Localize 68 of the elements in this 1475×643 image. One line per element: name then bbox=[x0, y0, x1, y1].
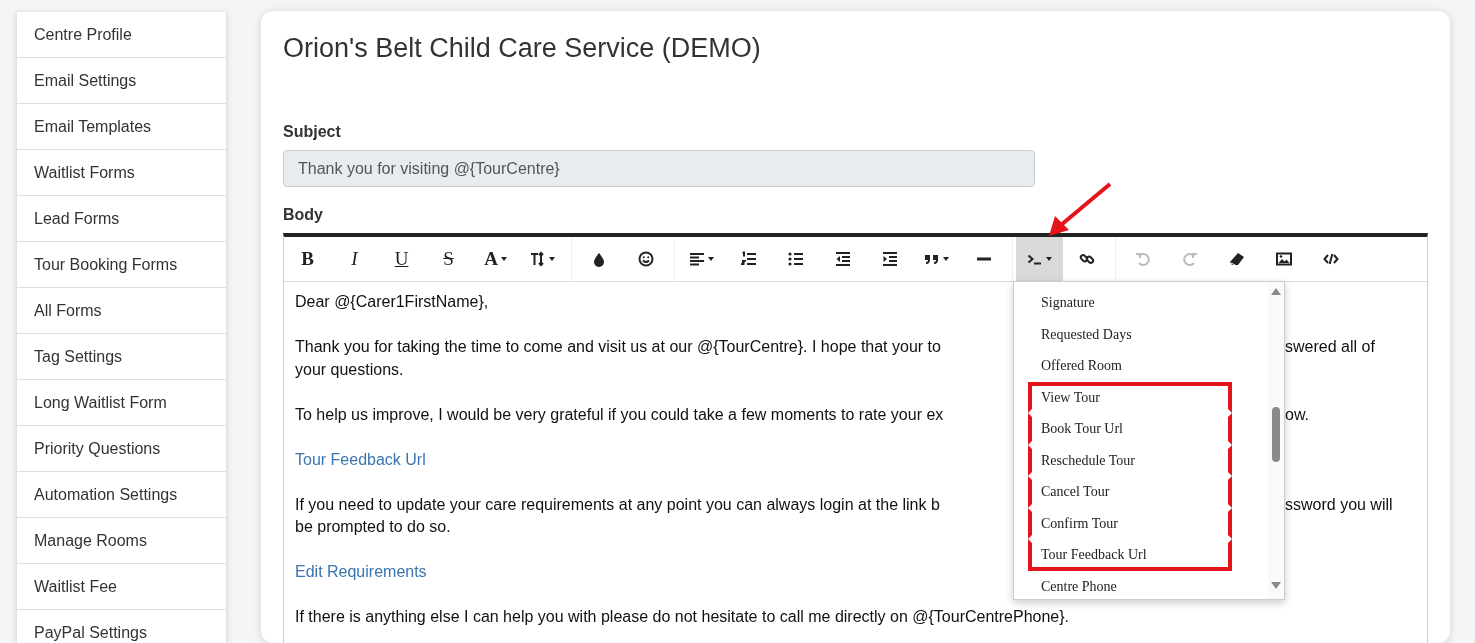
body-text: If there is anything else I can help you with please do not hesitate to call me directly on @{TourCentrePhone}. bbox=[295, 608, 1070, 625]
caret-icon bbox=[943, 257, 949, 261]
sidebar-item[interactable]: Email Templates bbox=[17, 104, 226, 150]
outdent-icon bbox=[834, 251, 851, 267]
body-text: Thank you for taking the time to come and visit us at our @{TourCentre}. I hope that your to bbox=[295, 337, 942, 357]
dropdown-item[interactable]: Signature bbox=[1028, 287, 1232, 319]
indent-icon bbox=[881, 251, 898, 267]
align-left-icon bbox=[689, 251, 705, 267]
smiley-icon bbox=[637, 251, 654, 267]
bulleted-list-icon bbox=[787, 251, 804, 267]
scrollbar[interactable] bbox=[1268, 282, 1284, 599]
font-button[interactable]: A bbox=[472, 237, 519, 281]
dropdown-item[interactable]: Centre Phone bbox=[1028, 570, 1232, 602]
strike-button[interactable]: S bbox=[425, 237, 472, 281]
dropdown-item[interactable]: Confirm Tour bbox=[1028, 507, 1232, 539]
image-icon bbox=[1275, 251, 1292, 267]
sidebar-item[interactable]: Waitlist Forms bbox=[17, 150, 226, 196]
dropdown-item[interactable]: Tour Feedback Url bbox=[1028, 539, 1232, 571]
body-text: Dear @{Carer1FirstName}, bbox=[295, 293, 489, 310]
sidebar-item[interactable]: Waitlist Fee bbox=[17, 564, 226, 610]
body-text: be prompted to do so. bbox=[295, 518, 451, 535]
sidebar-item[interactable]: Tag Settings bbox=[17, 334, 226, 380]
body-text: To help us improve, I would be very grateful if you could take a few moments to rate your ex bbox=[295, 404, 945, 425]
redo-icon bbox=[1181, 251, 1198, 267]
dropdown-item[interactable]: Book Tour Url bbox=[1028, 413, 1232, 445]
undo-icon bbox=[1134, 251, 1151, 267]
font-size-icon bbox=[530, 251, 546, 267]
sidebar-item[interactable]: Automation Settings bbox=[17, 472, 226, 518]
sidebar-item[interactable]: PayPal Settings bbox=[17, 610, 226, 643]
body-text: ow. bbox=[1285, 404, 1310, 425]
underline-button[interactable]: U bbox=[378, 237, 425, 281]
caret-icon bbox=[708, 257, 714, 261]
body-text: your questions. bbox=[295, 360, 404, 378]
annotation-arrow bbox=[1047, 182, 1113, 238]
sidebar-item[interactable]: Manage Rooms bbox=[17, 518, 226, 564]
dropdown-item[interactable]: Requested Days bbox=[1028, 318, 1232, 350]
eraser-icon bbox=[1228, 251, 1245, 267]
sidebar-item[interactable]: Lead Forms bbox=[17, 196, 226, 242]
sidebar-item[interactable]: All Forms bbox=[17, 288, 226, 334]
body-text: ssword you will bbox=[1285, 494, 1394, 515]
field-label: Subject bbox=[283, 122, 341, 142]
link-icon bbox=[1078, 251, 1095, 267]
sidebar-item[interactable]: Email Settings bbox=[17, 58, 226, 104]
sidebar-item[interactable]: Tour Booking Forms bbox=[17, 242, 226, 288]
scroll-up-icon[interactable] bbox=[1271, 288, 1281, 295]
italic-button[interactable]: I bbox=[331, 237, 378, 281]
body-text: If you need to update your care requirements at any point you can always login at the link b bbox=[295, 494, 941, 515]
bold-button[interactable]: B bbox=[284, 237, 331, 281]
sidebar-item[interactable]: Centre Profile bbox=[17, 12, 226, 58]
body-text: swered all of bbox=[1285, 337, 1376, 357]
dropdown-item[interactable]: View Tour bbox=[1028, 381, 1232, 413]
link[interactable]: Tour Feedback Url bbox=[295, 450, 426, 468]
dropdown-item[interactable]: Cancel Tour bbox=[1028, 476, 1232, 508]
sidebar-item[interactable]: Priority Questions bbox=[17, 426, 226, 472]
page-title: Orion's Belt Child Care Service (DEMO) bbox=[283, 32, 761, 65]
caret-icon bbox=[549, 257, 555, 261]
caret-icon bbox=[500, 257, 507, 261]
caret-icon bbox=[1046, 257, 1052, 261]
field-label: Body bbox=[283, 205, 323, 225]
rich-text-editor[interactable] bbox=[283, 233, 1428, 643]
dropdown-item[interactable]: Offered Room bbox=[1028, 350, 1232, 382]
link[interactable]: Edit Requirements bbox=[295, 563, 427, 580]
dropdown-item[interactable]: Reschedule Tour bbox=[1028, 444, 1232, 476]
sidebar-item[interactable]: Long Waitlist Form bbox=[17, 380, 226, 426]
code-icon bbox=[1322, 251, 1339, 267]
scrollbar-thumb[interactable] bbox=[1272, 407, 1280, 462]
numbered-list-icon bbox=[740, 251, 757, 267]
scroll-down-icon[interactable] bbox=[1271, 582, 1281, 589]
